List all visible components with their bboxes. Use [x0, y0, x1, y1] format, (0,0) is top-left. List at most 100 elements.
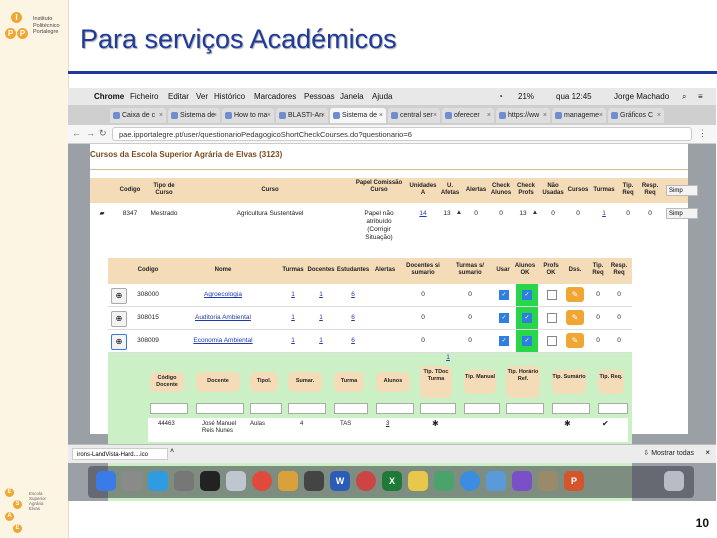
close-icon[interactable]: ×	[487, 108, 491, 123]
close-icon[interactable]: ×	[213, 108, 217, 123]
chrome-icon[interactable]	[252, 471, 272, 491]
menu-item[interactable]: Pessoas	[304, 92, 335, 101]
browser-tab-active[interactable]: Sistema de ×	[330, 108, 386, 123]
alunos-ok-checkbox[interactable]: ✓	[522, 290, 532, 300]
edit-icon[interactable]: ✎	[566, 310, 584, 325]
unit-name-link[interactable]: Economia Ambiental	[178, 337, 268, 345]
filter-docente-input[interactable]	[196, 403, 244, 414]
estudantes-link[interactable]: 6	[336, 337, 370, 345]
pager-link[interactable]: 1	[438, 354, 458, 362]
close-icon[interactable]: ×	[267, 108, 271, 123]
profs-ok-checkbox[interactable]	[547, 313, 557, 323]
menu-item[interactable]: Ver	[196, 92, 208, 101]
filter-tdoc-input[interactable]	[420, 403, 456, 414]
unit-name-link[interactable]: Auditoria Ambiental	[178, 314, 268, 322]
maps-icon[interactable]	[434, 471, 454, 491]
url-field[interactable]: pae.ipportalegre.pt/user/questionarioPed…	[112, 127, 692, 141]
docentes-link[interactable]: 1	[306, 337, 336, 345]
profs-ok-checkbox[interactable]	[547, 336, 557, 346]
launchpad-icon[interactable]	[122, 471, 142, 491]
filter-select[interactable]: Simp	[666, 185, 698, 196]
zoom-icon[interactable]: ⊕	[111, 311, 127, 327]
powerpoint-icon[interactable]: P	[564, 471, 584, 491]
activity-icon[interactable]	[304, 471, 324, 491]
download-item[interactable]: irons-LandVista-Hard....ico	[72, 448, 168, 460]
menu-app[interactable]: Chrome	[94, 92, 124, 101]
close-icon[interactable]: ×	[433, 108, 437, 123]
menu-item[interactable]: Histórico	[214, 92, 245, 101]
filter-horario-input[interactable]	[506, 403, 544, 414]
turmas-link[interactable]: 1	[280, 314, 306, 322]
list-icon[interactable]: ≡	[698, 92, 703, 101]
menu-item[interactable]: Janela	[340, 92, 364, 101]
menu-item[interactable]: Marcadores	[254, 92, 296, 101]
app-icon[interactable]	[512, 471, 532, 491]
color-icon[interactable]	[356, 471, 376, 491]
usar-checkbox[interactable]: ✓	[499, 336, 509, 346]
turmas-link[interactable]: 1	[590, 210, 618, 218]
close-icon[interactable]: ×	[705, 448, 710, 457]
teacher-alunos-link[interactable]: 3	[386, 421, 389, 428]
close-icon[interactable]: ×	[657, 108, 661, 123]
browser-tab[interactable]: Sistema de ×	[168, 108, 220, 123]
filter-sumario-input[interactable]	[552, 403, 590, 414]
estudantes-link[interactable]: 6	[336, 291, 370, 299]
excel-icon[interactable]: X	[382, 471, 402, 491]
terminal-icon[interactable]	[200, 471, 220, 491]
finder-icon[interactable]	[96, 471, 116, 491]
filter-alunos-input[interactable]	[376, 403, 414, 414]
word-icon[interactable]: W	[330, 471, 350, 491]
forward-icon[interactable]: →	[86, 128, 95, 138]
usar-checkbox[interactable]: ✓	[499, 313, 509, 323]
settings-icon[interactable]	[174, 471, 194, 491]
browser-tab[interactable]: Gráficos C ×	[608, 108, 664, 123]
browser-tab[interactable]: BLASTI-An ×	[276, 108, 328, 123]
profs-ok-checkbox[interactable]	[547, 290, 557, 300]
usar-checkbox[interactable]: ✓	[499, 290, 509, 300]
unit-name-link[interactable]: Agroecologia	[178, 291, 268, 299]
browser-tab[interactable]: How to ma ×	[222, 108, 274, 123]
filter-tipol-input[interactable]	[250, 403, 282, 414]
preview-icon[interactable]	[226, 471, 246, 491]
close-icon[interactable]: ×	[159, 108, 163, 123]
units-link[interactable]: 14	[408, 210, 438, 218]
zoom-icon[interactable]: ⊕	[111, 288, 127, 304]
filter-sumar-input[interactable]	[288, 403, 326, 414]
mail-icon[interactable]	[486, 471, 506, 491]
chevron-up-icon[interactable]: ˄	[170, 448, 174, 455]
search-icon[interactable]: ⌕	[682, 92, 686, 102]
filter-codigo-input[interactable]	[150, 403, 188, 414]
menu-item[interactable]: Ajuda	[372, 92, 392, 101]
menu-item[interactable]: Editar	[168, 92, 189, 101]
close-icon[interactable]: ×	[599, 108, 603, 123]
safari-icon[interactable]	[460, 471, 480, 491]
browser-tab[interactable]: https://ww ×	[496, 108, 550, 123]
filter-select[interactable]: Simp	[666, 208, 698, 219]
notes-icon[interactable]	[408, 471, 428, 491]
turmas-link[interactable]: 1	[280, 291, 306, 299]
photos-icon[interactable]	[278, 471, 298, 491]
docentes-link[interactable]: 1	[306, 314, 336, 322]
show-all-button[interactable]: ⇩ Mostrar todas	[643, 448, 694, 460]
filter-manual-input[interactable]	[464, 403, 500, 414]
browser-icon[interactable]	[148, 471, 168, 491]
close-icon[interactable]: ×	[543, 108, 547, 123]
folder-icon[interactable]: ▰	[96, 210, 108, 218]
browser-tab[interactable]: central ser ×	[388, 108, 440, 123]
user-name[interactable]: Jorge Machado	[614, 92, 669, 101]
reload-icon[interactable]: ↻	[99, 128, 107, 139]
browser-tab[interactable]: Caixa de c ×	[110, 108, 166, 123]
turmas-link[interactable]: 1	[280, 337, 306, 345]
menu-item[interactable]: Ficheiro	[130, 92, 158, 101]
filter-turma-input[interactable]	[334, 403, 368, 414]
estudantes-link[interactable]: 6	[336, 314, 370, 322]
edit-icon[interactable]: ✎	[566, 287, 584, 302]
alunos-ok-checkbox[interactable]: ✓	[522, 336, 532, 346]
edit-icon[interactable]: ✎	[566, 333, 584, 348]
browser-tab[interactable]: manageme ×	[552, 108, 606, 123]
wifi-icon[interactable]: ◔	[498, 92, 503, 101]
tool-icon[interactable]	[538, 471, 558, 491]
menu-icon[interactable]: ⋮	[698, 128, 707, 139]
docentes-link[interactable]: 1	[306, 291, 336, 299]
back-icon[interactable]: ←	[72, 128, 81, 138]
